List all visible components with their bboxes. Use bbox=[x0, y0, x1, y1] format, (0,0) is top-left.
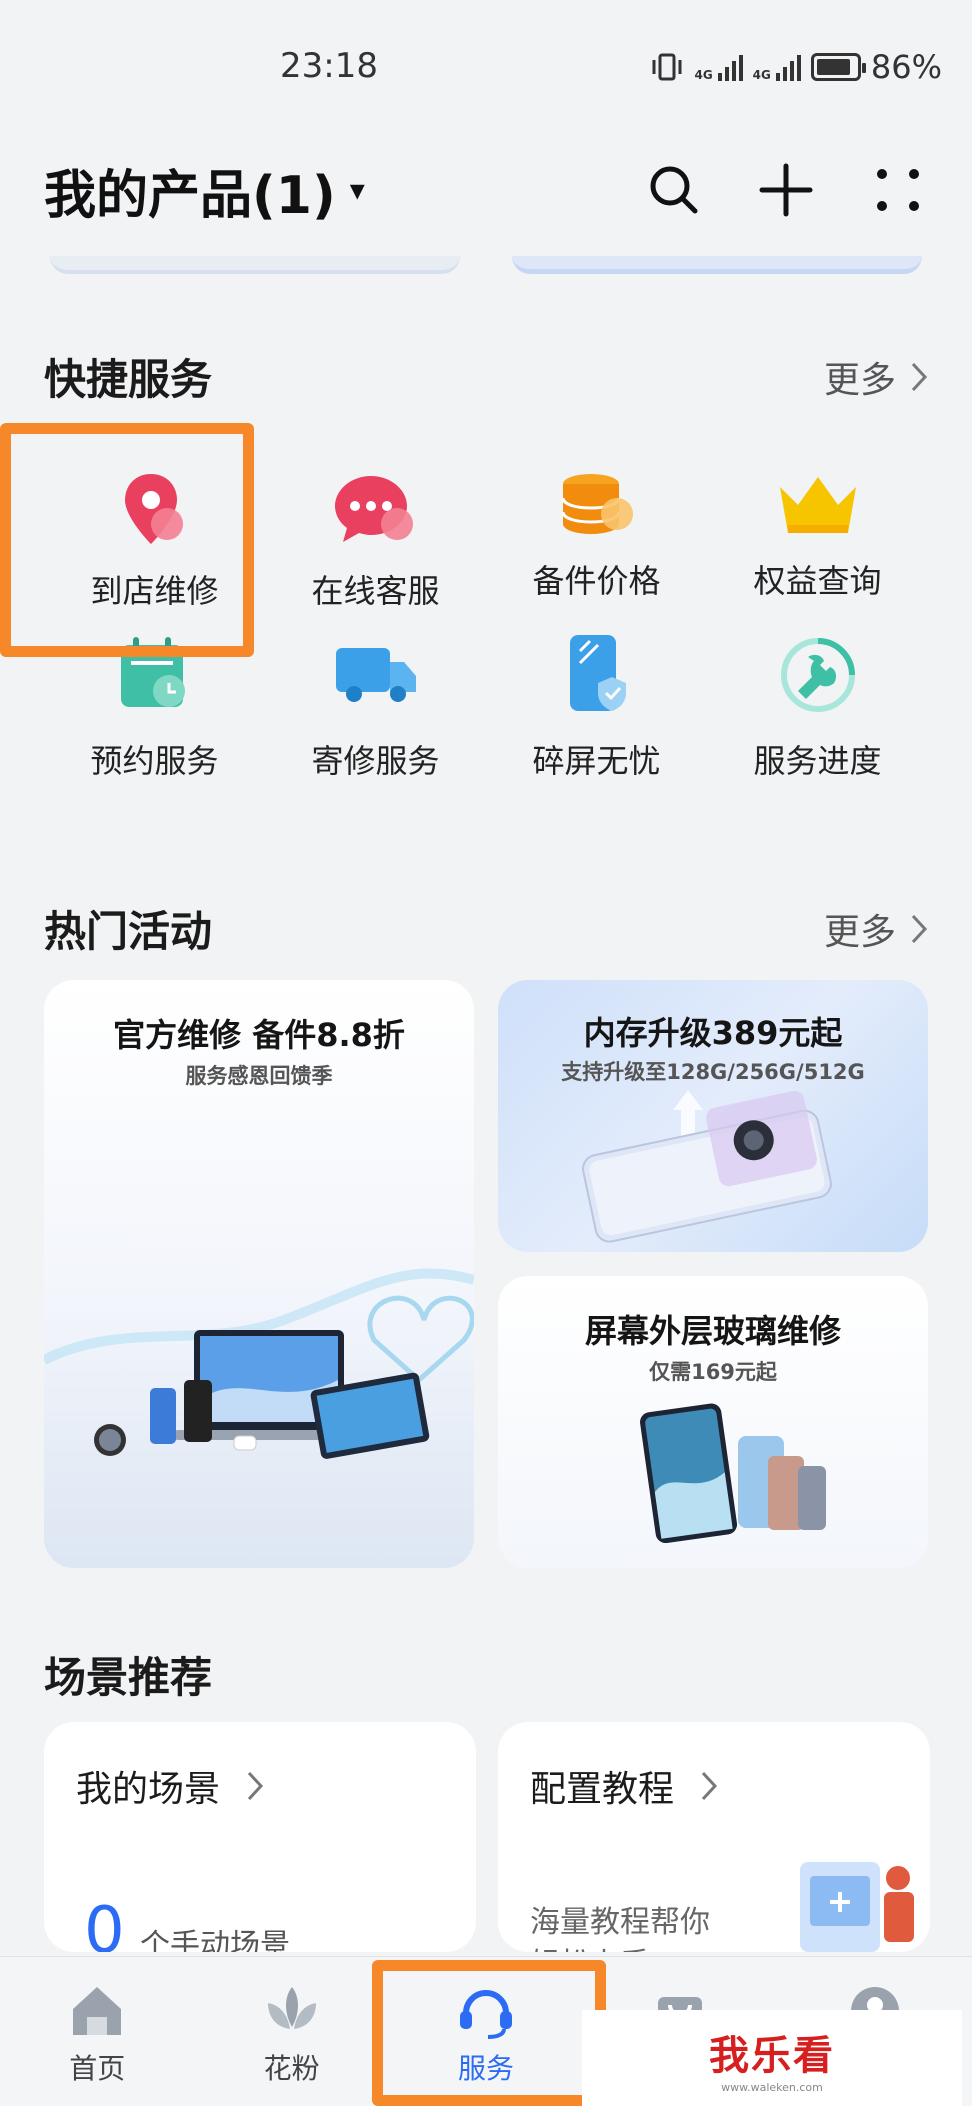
activity-card-screen-glass-repair[interactable]: 屏幕外层玻璃维修 仅需169元起 bbox=[498, 1276, 928, 1568]
service-label: 权益查询 bbox=[753, 562, 882, 600]
service-benefit-query[interactable]: 权益查询 bbox=[707, 430, 928, 602]
service-progress[interactable]: 服务进度 bbox=[707, 630, 928, 802]
delivery-truck-icon bbox=[335, 648, 416, 702]
activity-card-memory-upgrade[interactable]: 内存升级389元起 支持升级至128G/256G/512G bbox=[498, 980, 928, 1252]
section-title-hot-activities: 热门活动 bbox=[44, 907, 213, 956]
section-title-scenes: 场景推荐 bbox=[44, 1653, 213, 1702]
scene-title-text: 配置教程 bbox=[530, 1769, 675, 1810]
battery-percent: 86% bbox=[870, 48, 942, 86]
network-type-1: 4G bbox=[694, 68, 713, 82]
status-icons: 4G 4G 86% bbox=[650, 48, 942, 86]
nav-fans[interactable]: 花粉 bbox=[194, 1957, 388, 2106]
service-label: 寄修服务 bbox=[311, 742, 440, 780]
scene-count: 0 bbox=[84, 1894, 125, 1952]
scene-desc: 海量教程帮你 轻松上手 bbox=[530, 1905, 710, 1952]
highlight-annotation-box bbox=[0, 423, 254, 657]
lotus-icon bbox=[267, 1987, 316, 2029]
scene-card-tutorials[interactable]: 配置教程 海量教程帮你 轻松上手 bbox=[498, 1722, 930, 1952]
scene-card-title: 配置教程 bbox=[530, 1760, 718, 1812]
service-label: 备件价格 bbox=[532, 562, 661, 600]
crown-icon bbox=[779, 477, 856, 533]
battery-icon bbox=[810, 53, 866, 81]
nav-label: 首页 bbox=[69, 2052, 126, 2085]
more-label: 更多 bbox=[823, 911, 896, 953]
search-icon bbox=[650, 166, 698, 214]
vibrate-icon bbox=[652, 53, 682, 81]
scene-title-text: 我的场景 bbox=[76, 1769, 221, 1810]
service-screen-protection[interactable]: 碎屏无忧 bbox=[486, 630, 707, 802]
search-button[interactable] bbox=[644, 160, 704, 220]
watermark: 我乐看 www.waleken.com bbox=[582, 2010, 962, 2106]
scene-card-my-scenes[interactable]: 我的场景 0 个手动场景 bbox=[44, 1722, 476, 1952]
chevron-right-icon bbox=[911, 362, 928, 391]
chevron-right-icon bbox=[247, 1771, 264, 1801]
product-selector[interactable]: 我的产品(1) bbox=[44, 153, 336, 228]
nav-label: 花粉 bbox=[263, 2052, 320, 2085]
home-icon bbox=[73, 1987, 122, 2035]
quick-services-more-link[interactable]: 更多 bbox=[824, 351, 928, 403]
nav-home[interactable]: 首页 bbox=[0, 1957, 194, 2106]
service-mail-in-repair[interactable]: 寄修服务 bbox=[265, 630, 486, 802]
service-parts-price[interactable]: 备件价格 bbox=[486, 430, 707, 602]
network-type-2: 4G bbox=[752, 68, 771, 82]
service-label: 服务进度 bbox=[753, 742, 882, 780]
product-card-edge-left bbox=[50, 256, 460, 274]
product-card-edge-right bbox=[512, 256, 922, 274]
add-button[interactable] bbox=[756, 160, 816, 220]
hot-activities-header: 热门活动 更多 bbox=[44, 898, 928, 959]
watermark-url: www.waleken.com bbox=[721, 2080, 823, 2094]
app-header: 我的产品(1) ▾ bbox=[44, 150, 928, 230]
tutorial-illustration bbox=[800, 1862, 914, 1952]
signal-icon-1: 4G bbox=[694, 53, 743, 82]
phone-shield-icon bbox=[569, 635, 626, 711]
more-label: 更多 bbox=[823, 359, 896, 401]
dropdown-caret-icon[interactable]: ▾ bbox=[350, 173, 365, 208]
scene-card-title: 我的场景 bbox=[76, 1760, 264, 1812]
service-label: 预约服务 bbox=[90, 742, 219, 780]
wrench-progress-icon bbox=[780, 638, 855, 712]
grid-dots-icon bbox=[877, 169, 919, 211]
quick-services-header: 快捷服务 更多 bbox=[44, 346, 928, 407]
hot-activities-more-link[interactable]: 更多 bbox=[824, 903, 928, 955]
more-options-button[interactable] bbox=[868, 160, 928, 220]
plus-icon bbox=[759, 163, 813, 217]
service-online-support[interactable]: 在线客服 bbox=[265, 430, 486, 610]
phones-illustration bbox=[640, 1403, 826, 1544]
watermark-text: 我乐看 bbox=[709, 2032, 835, 2079]
scene-count-desc: 个手动场景 bbox=[140, 1928, 290, 1952]
scenes-header: 场景推荐 bbox=[44, 1644, 928, 1705]
chat-bubble-icon bbox=[334, 476, 413, 542]
highlight-annotation-box-nav bbox=[372, 1960, 606, 2106]
battery-level bbox=[816, 59, 850, 75]
service-label: 在线客服 bbox=[311, 572, 440, 610]
header-actions bbox=[644, 160, 928, 220]
service-label: 碎屏无忧 bbox=[532, 742, 661, 780]
chevron-right-icon bbox=[701, 1771, 718, 1801]
chevron-right-icon bbox=[911, 914, 928, 943]
status-bar: 23:18 4G 4G 86% bbox=[0, 0, 972, 130]
status-time: 23:18 bbox=[280, 46, 378, 86]
signal-icon-2: 4G bbox=[753, 53, 801, 81]
coin-stack-icon bbox=[561, 474, 633, 534]
section-title-quick-services: 快捷服务 bbox=[44, 355, 213, 404]
phone-upgrade-illustration bbox=[582, 1090, 832, 1243]
activity-card-official-repair[interactable]: 官方维修 备件8.8折 服务感恩回馈季 bbox=[44, 980, 474, 1568]
devices-illustration bbox=[44, 1268, 474, 1459]
